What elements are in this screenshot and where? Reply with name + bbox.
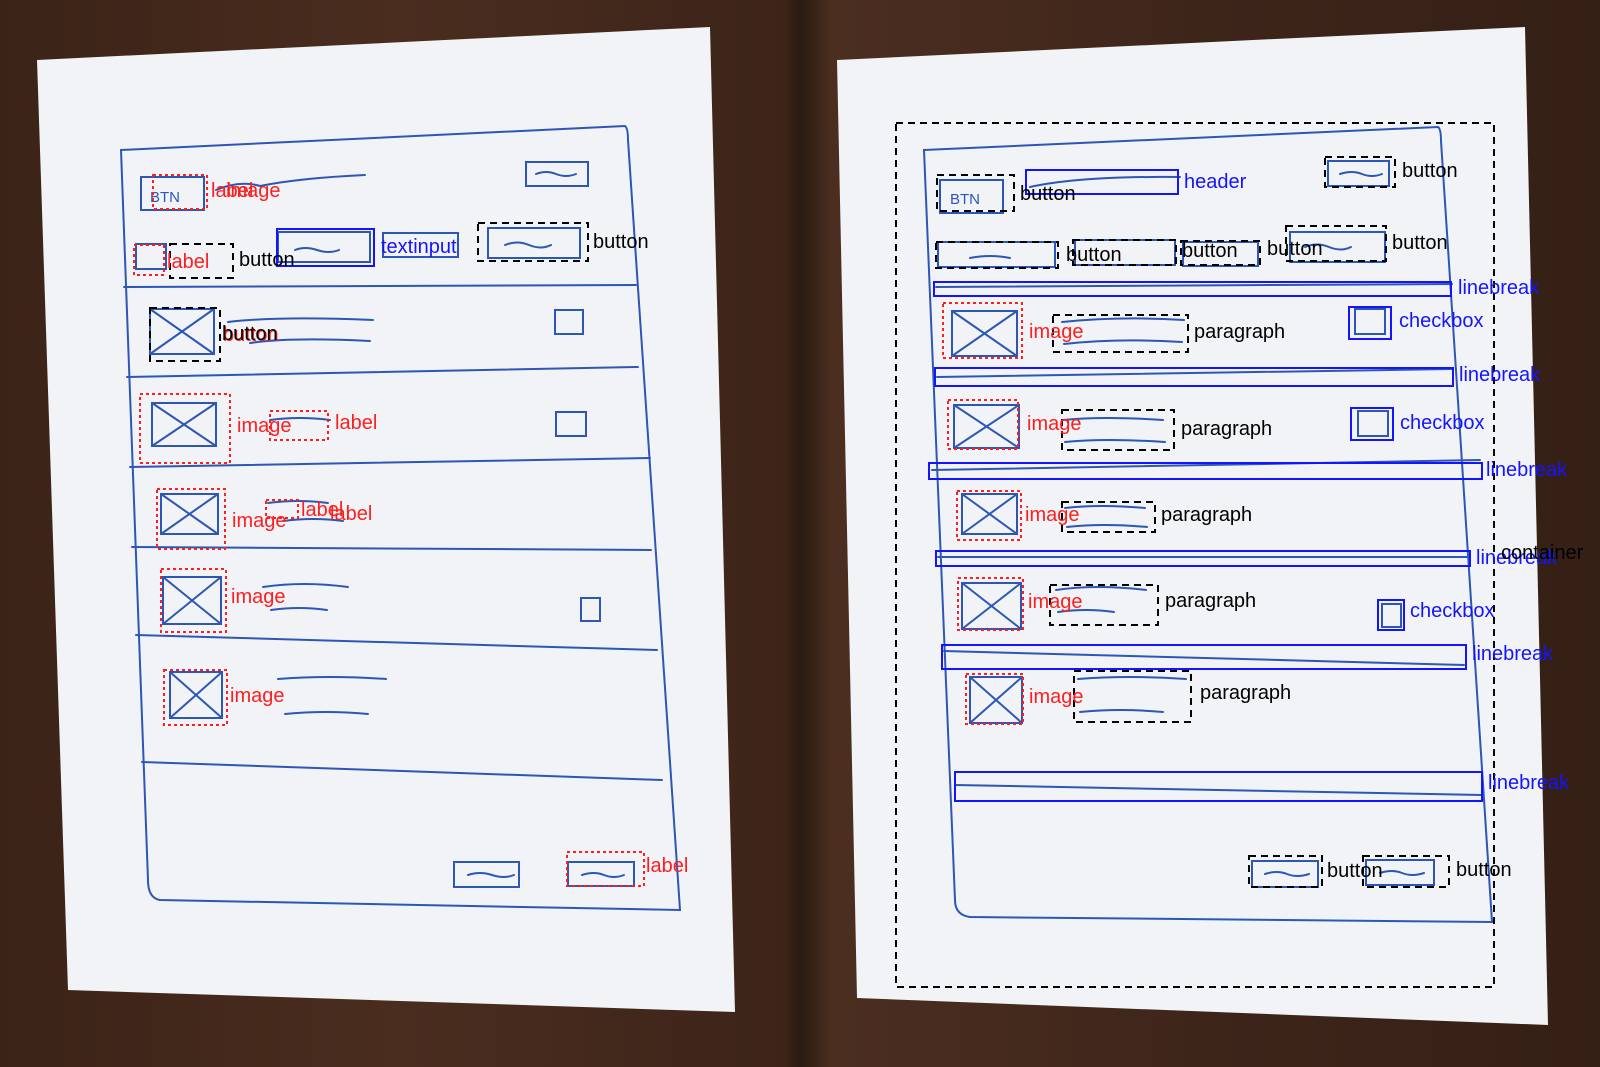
label-left-image-top: image [226, 180, 281, 202]
label-right-paragraph-row5: paragraph [1200, 682, 1292, 704]
label-right-button-bottom2: button [1456, 859, 1512, 881]
label-right-paragraph-row2: paragraph [1181, 418, 1273, 440]
label-left-button-nav: button [239, 249, 295, 271]
label-right-linebreak1: linebreak [1458, 277, 1540, 299]
label-right-checkbox-row2: checkbox [1400, 412, 1485, 434]
label-right-button-nav4: button [1392, 232, 1448, 254]
label-right-image-row5: image [1029, 686, 1084, 708]
label-right-image-row2: image [1027, 413, 1082, 435]
label-right-button-btn: button [1020, 183, 1076, 205]
label-right-paragraph-row4: paragraph [1165, 590, 1257, 612]
sketch-btn-text-right: BTN [950, 191, 980, 208]
label-right-checkbox-row1: checkbox [1399, 310, 1484, 332]
label-right-linebreak6: linebreak [1488, 772, 1570, 794]
label-right-linebreak3: linebreak [1486, 459, 1568, 481]
label-left-label-bottom: label [646, 855, 689, 877]
label-left-button-row1: button [222, 323, 278, 345]
sketch-drawing: BTN BTN [37, 27, 1548, 1025]
label-right-button-nav3: button [1267, 238, 1323, 260]
label-right-image-row4: image [1028, 591, 1083, 613]
label-right-paragraph-row1: paragraph [1194, 321, 1286, 343]
label-right-image-row3: image [1025, 504, 1080, 526]
label-right-linebreak5: linebreak [1472, 643, 1554, 665]
label-left-image-row4: image [231, 586, 286, 608]
photo-comparison: BTN BTN label image label button textinp… [0, 0, 1600, 1067]
label-left-label-row3b: label [330, 503, 373, 525]
label-right-button-bottom1: button [1327, 860, 1383, 882]
label-left-label-nav: label [167, 251, 210, 273]
label-right-button-top-right: button [1402, 160, 1458, 182]
label-left-button-top-right: button [593, 231, 649, 253]
label-right-button-nav2: button [1182, 240, 1238, 262]
label-right-image-row1: image [1029, 321, 1084, 343]
label-right-checkbox-row4: checkbox [1410, 600, 1495, 622]
label-left-image-row5: image [230, 685, 285, 707]
label-right-header: header [1184, 171, 1247, 193]
label-left-image-row2: image [237, 415, 292, 437]
label-left-label-row2: label [335, 412, 378, 434]
label-left-image-row3: image [232, 510, 287, 532]
label-right-button-nav1: button [1066, 244, 1122, 266]
label-right-linebreak2: linebreak [1459, 364, 1541, 386]
label-right-paragraph-row3: paragraph [1161, 504, 1253, 526]
label-left-textinput: textinput [381, 236, 457, 258]
label-right-container: container [1501, 542, 1584, 564]
sketch-btn-text-left: BTN [150, 189, 180, 206]
